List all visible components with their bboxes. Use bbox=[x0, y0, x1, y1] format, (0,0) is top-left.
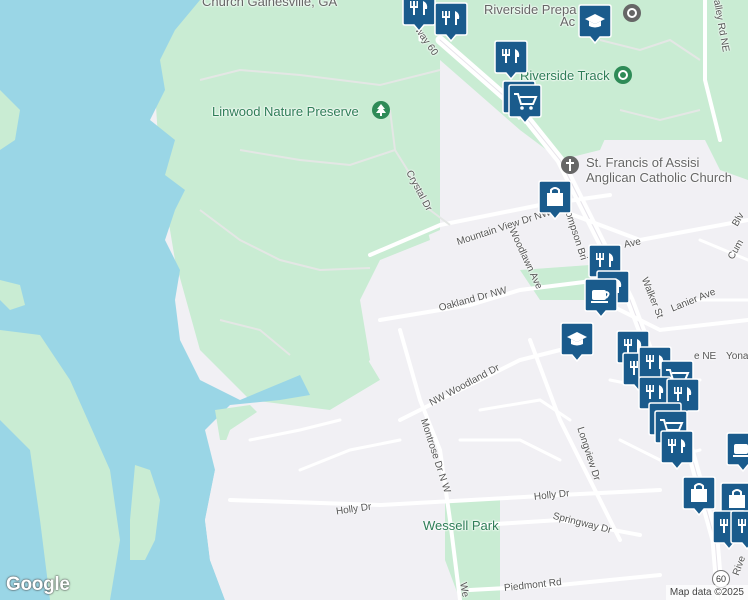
school-marker[interactable] bbox=[560, 322, 594, 362]
map-attribution[interactable]: Map data ©2025 bbox=[665, 585, 748, 600]
restaurant-marker[interactable] bbox=[494, 40, 528, 80]
school-circle-icon[interactable] bbox=[623, 4, 641, 22]
google-logo[interactable]: Google bbox=[6, 574, 70, 596]
poi-church-gainesville[interactable]: Church Gainesville, GA bbox=[202, 0, 337, 8]
tree-icon[interactable] bbox=[372, 101, 390, 119]
street-yona: Yona bbox=[726, 351, 748, 362]
map-canvas[interactable] bbox=[0, 0, 748, 600]
poi-st-francis-line2[interactable]: Anglican Catholic Church bbox=[586, 171, 732, 184]
poi-wessell-park[interactable]: Wessell Park bbox=[423, 519, 499, 532]
restaurant-marker[interactable] bbox=[730, 510, 748, 550]
cafe-marker[interactable] bbox=[584, 278, 618, 318]
restaurant-marker[interactable] bbox=[402, 0, 436, 32]
grocery-cart-marker[interactable] bbox=[508, 84, 542, 124]
cafe-marker[interactable] bbox=[726, 432, 748, 472]
shopping-bag-marker[interactable] bbox=[538, 180, 572, 220]
restaurant-marker[interactable] bbox=[434, 2, 468, 42]
street-we: We bbox=[457, 581, 471, 599]
poi-linwood-nature-preserve[interactable]: Linwood Nature Preserve bbox=[212, 105, 359, 118]
school-marker[interactable] bbox=[578, 4, 612, 44]
restaurant-marker[interactable] bbox=[660, 430, 694, 470]
church-cross-icon[interactable] bbox=[561, 156, 579, 174]
street-ne: e NE bbox=[694, 351, 717, 362]
poi-riverside-prep-cont: Ac bbox=[560, 14, 576, 29]
track-circle-icon[interactable] bbox=[614, 66, 632, 84]
poi-st-francis-line1[interactable]: St. Francis of Assisi bbox=[586, 156, 699, 169]
shopping-bag-marker[interactable] bbox=[682, 476, 716, 516]
